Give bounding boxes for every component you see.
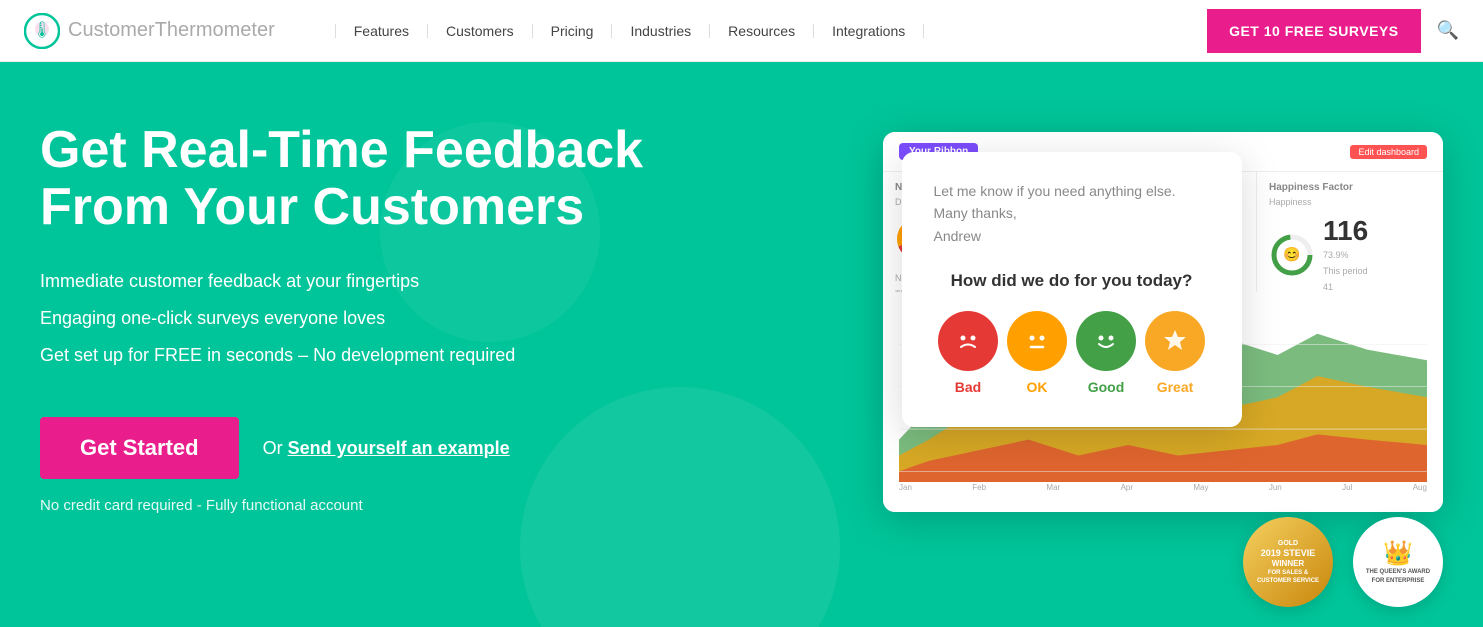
- emoji-ok: [1007, 311, 1067, 371]
- svg-text:🌡: 🌡: [32, 21, 52, 39]
- emoji-bad: [938, 311, 998, 371]
- nav-resources[interactable]: Resources: [710, 24, 814, 38]
- survey-option-bad[interactable]: Bad: [938, 311, 998, 395]
- stat-happiness: Happiness Factor Happiness 😊 116 73.9%: [1257, 172, 1443, 292]
- stat-happiness-subtitle: Happiness: [1269, 197, 1431, 207]
- stevie-award-text: GOLD 2019 STEVIE WINNER FOR SALES & CUST…: [1257, 539, 1319, 586]
- send-example-link[interactable]: Send yourself an example: [288, 438, 510, 458]
- get-free-surveys-button[interactable]: GET 10 FREE SURVEYS: [1207, 9, 1421, 53]
- award-badges: GOLD 2019 STEVIE WINNER FOR SALES & CUST…: [1243, 517, 1443, 607]
- bullet-2: Engaging one-click surveys everyone love…: [40, 305, 660, 332]
- survey-option-good[interactable]: Good: [1076, 311, 1136, 395]
- chart-x-labels: JanFebMarAprMayJunJulAug: [899, 483, 1427, 492]
- edit-dashboard-badge: Edit dashboard: [1350, 145, 1427, 159]
- crown-icon: 👑: [1383, 539, 1413, 568]
- no-credit-label: No credit card required - Fully function…: [40, 497, 660, 514]
- stat-happiness-title: Happiness Factor: [1269, 182, 1431, 193]
- hero-right: Let me know if you need anything else. M…: [660, 122, 1443, 427]
- hero-title: Get Real-Time Feedback From Your Custome…: [40, 122, 660, 236]
- bullet-3: Get set up for FREE in seconds – No deve…: [40, 342, 660, 369]
- stevie-award-badge: GOLD 2019 STEVIE WINNER FOR SALES & CUST…: [1243, 517, 1333, 607]
- hero-actions: Get Started Or Send yourself an example: [40, 417, 660, 479]
- survey-card: Let me know if you need anything else. M…: [902, 152, 1242, 427]
- logo-icon: 🌡: [24, 13, 60, 49]
- hero-left: Get Real-Time Feedback From Your Custome…: [40, 122, 660, 514]
- search-icon[interactable]: 🔍: [1437, 20, 1459, 41]
- hero-bullets: Immediate customer feedback at your fing…: [40, 268, 660, 369]
- nav-industries[interactable]: Industries: [612, 24, 710, 38]
- happiness-numbers: 116 73.9% This period 41: [1323, 215, 1368, 296]
- survey-email-body: Let me know if you need anything else. M…: [934, 180, 1210, 247]
- nav-pricing[interactable]: Pricing: [533, 24, 613, 38]
- label-bad: Bad: [955, 379, 981, 395]
- send-example-text: Or Send yourself an example: [263, 438, 510, 459]
- happiness-visual: 😊 116 73.9% This period 41: [1269, 215, 1431, 296]
- navbar: 🌡 CustomerThermometer Features Customers…: [0, 0, 1483, 62]
- queens-award-text: THE QUEEN'S AWARD FOR ENTERPRISE: [1366, 568, 1430, 585]
- svg-text:😊: 😊: [1283, 246, 1300, 262]
- survey-option-great[interactable]: Great: [1145, 311, 1205, 395]
- nav-right: GET 10 FREE SURVEYS 🔍: [1207, 9, 1459, 53]
- nav-integrations[interactable]: Integrations: [814, 24, 924, 38]
- hero-section: Get Real-Time Feedback From Your Custome…: [0, 62, 1483, 627]
- label-ok: OK: [1027, 379, 1048, 395]
- survey-options: Bad OK Good: [934, 311, 1210, 395]
- label-great: Great: [1157, 379, 1194, 395]
- nav-customers[interactable]: Customers: [428, 24, 533, 38]
- get-started-button[interactable]: Get Started: [40, 417, 239, 479]
- emoji-good: [1076, 311, 1136, 371]
- nav-features[interactable]: Features: [335, 24, 428, 38]
- survey-question: How did we do for you today?: [934, 271, 1210, 291]
- bullet-1: Immediate customer feedback at your fing…: [40, 268, 660, 295]
- label-good: Good: [1088, 379, 1125, 395]
- survey-option-ok[interactable]: OK: [1007, 311, 1067, 395]
- emoji-great: [1145, 311, 1205, 371]
- logo[interactable]: 🌡 CustomerThermometer: [24, 13, 275, 49]
- queens-award-badge: 👑 THE QUEEN'S AWARD FOR ENTERPRISE: [1353, 517, 1443, 607]
- nav-links: Features Customers Pricing Industries Re…: [335, 24, 1207, 38]
- logo-brand: CustomerThermometer: [68, 19, 275, 42]
